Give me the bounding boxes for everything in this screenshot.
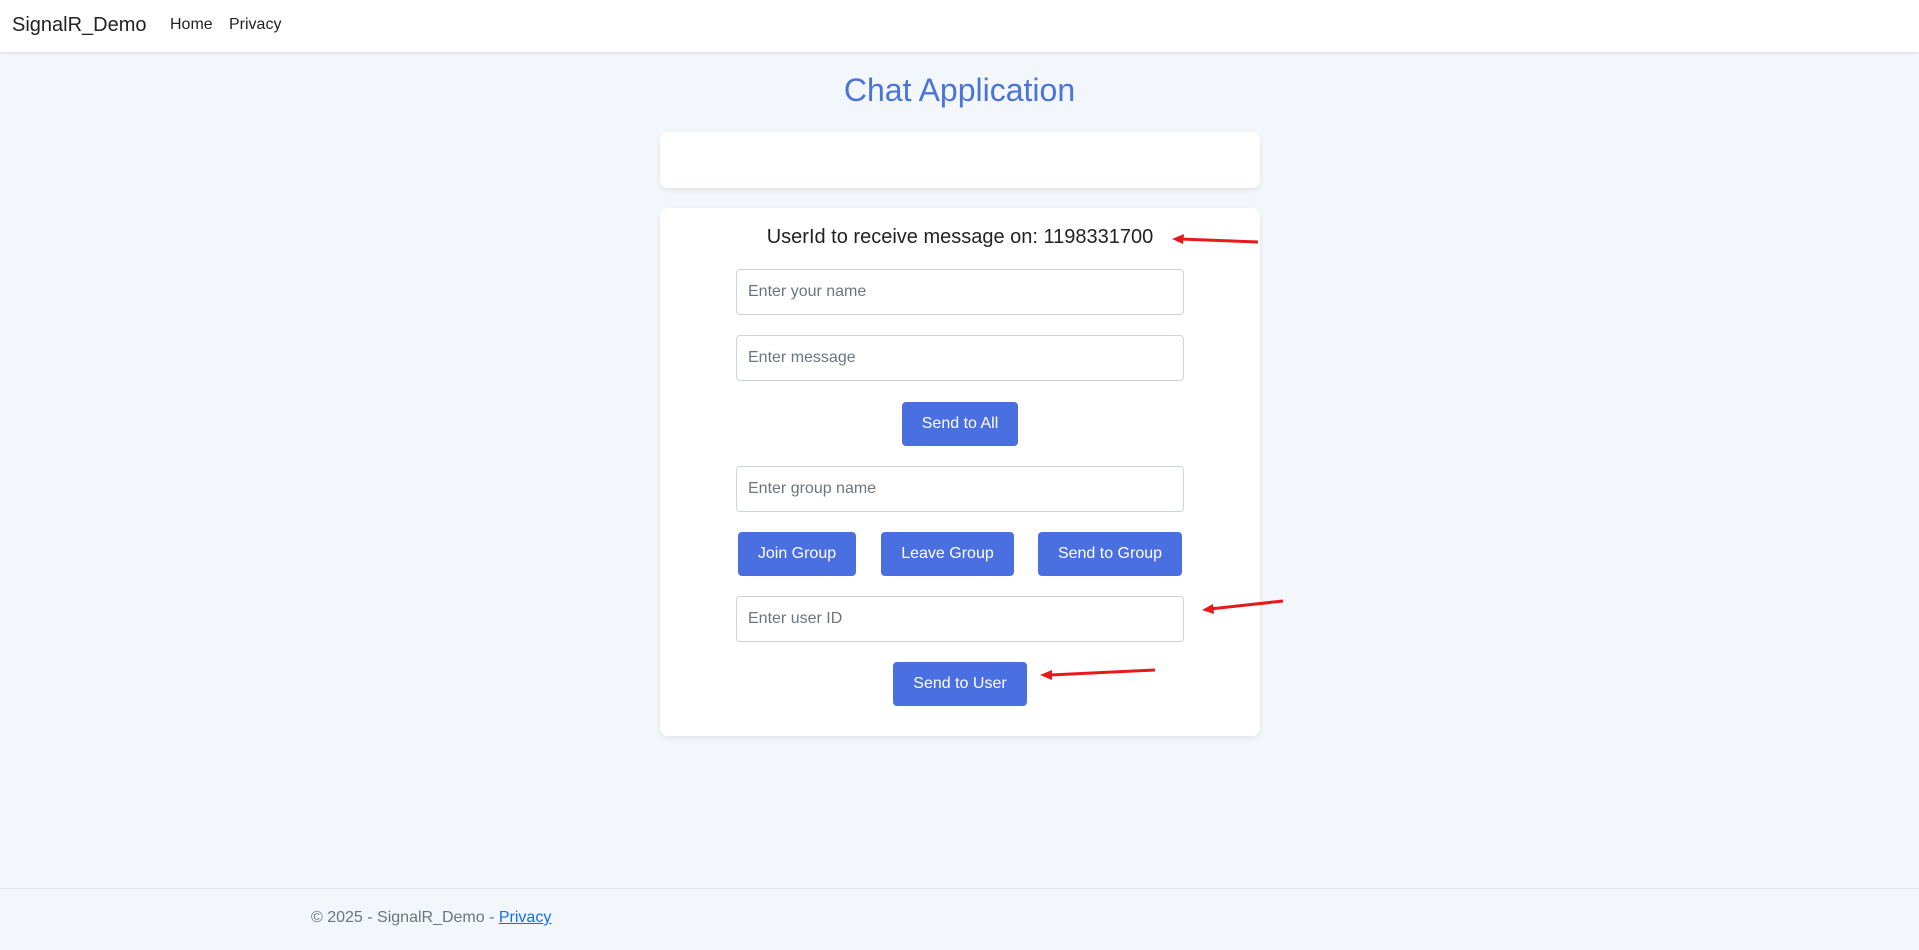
chat-form-card: UserId to receive message on: 1198331700… [660, 208, 1260, 736]
leave-group-button[interactable]: Leave Group [881, 532, 1014, 576]
message-input[interactable] [736, 335, 1184, 381]
footer-privacy-link[interactable]: Privacy [499, 909, 551, 926]
top-navbar: SignalR_Demo Home Privacy [0, 0, 1919, 53]
messages-panel [660, 132, 1260, 188]
send-to-all-button[interactable]: Send to All [902, 402, 1018, 446]
name-input[interactable] [736, 269, 1184, 315]
footer-copyright: © 2025 - SignalR_Demo - [311, 909, 499, 926]
page-title: Chat Application [843, 72, 1076, 108]
annotation-arrow-userid [1172, 234, 1259, 244]
nav-link-home[interactable]: Home [170, 16, 213, 34]
group-name-input[interactable] [736, 466, 1184, 512]
brand-link[interactable]: SignalR_Demo [12, 14, 147, 37]
join-group-button[interactable]: Join Group [738, 532, 856, 576]
annotation-arrow-user-id-input [1202, 599, 1284, 614]
user-id-input[interactable] [736, 596, 1184, 642]
page-footer: © 2025 - SignalR_Demo - Privacy [0, 888, 1919, 950]
nav-link-privacy[interactable]: Privacy [229, 16, 281, 34]
annotation-arrow-send-user [1040, 668, 1156, 680]
footer-text: © 2025 - SignalR_Demo - Privacy [311, 909, 551, 927]
send-to-user-button[interactable]: Send to User [893, 662, 1027, 706]
send-to-group-button[interactable]: Send to Group [1038, 532, 1182, 576]
